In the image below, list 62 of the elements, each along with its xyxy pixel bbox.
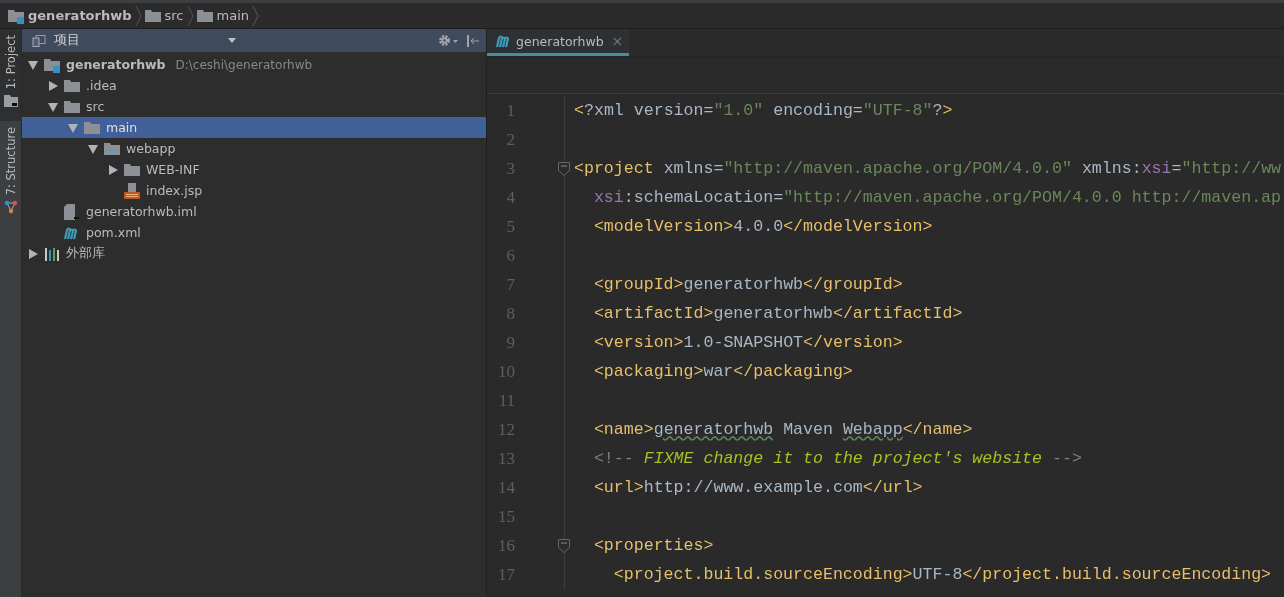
tree-item[interactable]: pom.xml <box>22 222 486 243</box>
code-line: <name>generatorhwb Maven Webapp</name> <box>592 420 973 439</box>
folder-icon <box>144 7 161 24</box>
folder-icon <box>84 119 100 136</box>
folder-icon <box>3 93 18 108</box>
code-line: <version>1.0-SNAPSHOT</version> <box>592 333 903 352</box>
code-line: <project.build.sourceEncoding>UTF-8</project.build.sourceEncoding> <box>612 565 1272 584</box>
editor-tab[interactable]: generatorhwb × <box>487 29 630 56</box>
code-line: <groupId>generatorhwb</groupId> <box>592 275 903 294</box>
code-line: <?xml version="1.0" encoding="UTF-8"?> <box>573 101 953 120</box>
folder-icon <box>124 161 140 178</box>
tree-item[interactable]: src <box>22 96 486 117</box>
tool-window-tab[interactable]: 1: Project <box>0 29 21 122</box>
structure-icon <box>3 199 18 214</box>
module-icon <box>44 56 60 73</box>
maven-icon <box>496 33 512 49</box>
expanded-arrow-icon[interactable] <box>48 101 58 112</box>
fold-marker-icon[interactable] <box>558 538 570 553</box>
module-icon <box>8 7 24 24</box>
project-view-icon <box>32 34 46 47</box>
tool-window-tab[interactable]: 7: Structure <box>0 121 21 220</box>
expanded-arrow-icon[interactable] <box>88 143 98 154</box>
collapsed-arrow-icon[interactable] <box>28 248 38 259</box>
tree-item[interactable]: main <box>22 117 486 138</box>
code-line: <packaging>war</packaging> <box>592 362 853 381</box>
tree-item[interactable]: generatorhwb D:\ceshi\generatorhwb <box>22 54 486 75</box>
settings-icon[interactable] <box>438 34 458 47</box>
jsp-file-icon <box>124 182 140 199</box>
folder-icon <box>104 140 120 157</box>
file-icon <box>64 203 80 220</box>
panel-title[interactable]: 项目 <box>54 32 80 49</box>
code-line: xsi:schemaLocation="http://maven.apache.org/POM/4.0.0 http://maven.ap <box>592 188 1282 207</box>
breadcrumb-item[interactable]: generatorhwb <box>8 7 132 24</box>
code-line: <project xmlns="http://maven.apache.org/POM/4.0.0" xmlns:xsi="http://ww <box>573 159 1282 178</box>
code-line: <url>http://www.example.com</url> <box>592 478 923 497</box>
library-icon <box>44 245 60 262</box>
breadcrumb-item[interactable]: main <box>196 7 249 24</box>
code-line: <artifactId>generatorhwb</artifactId> <box>592 304 963 323</box>
code-line: <modelVersion>4.0.0</modelVersion> <box>592 217 933 236</box>
collapsed-arrow-icon[interactable] <box>48 80 58 91</box>
chevron-icon <box>186 5 194 26</box>
expanded-arrow-icon[interactable] <box>28 59 38 70</box>
tree-item[interactable]: generatorhwb.iml <box>22 201 486 222</box>
dropdown-caret-icon[interactable] <box>228 38 236 43</box>
breadcrumb-item[interactable]: src <box>144 7 184 24</box>
tree-item[interactable]: index.jsp <box>22 180 486 201</box>
collapsed-arrow-icon[interactable] <box>108 164 118 175</box>
code-line: <!-- FIXME change it to the project's website --> <box>592 449 1082 468</box>
folder-icon <box>64 98 80 115</box>
collapse-icon[interactable] <box>466 34 480 47</box>
expanded-arrow-icon[interactable] <box>68 122 78 133</box>
tree-item[interactable]: 外部库 <box>22 243 486 264</box>
tree-item[interactable]: webapp <box>22 138 486 159</box>
fold-marker-icon[interactable] <box>558 161 570 176</box>
chevron-icon <box>134 5 142 26</box>
code-line: <properties> <box>592 536 714 555</box>
tree-item[interactable]: .idea <box>22 75 486 96</box>
folder-icon <box>64 77 80 94</box>
chevron-icon <box>252 5 259 26</box>
tree-item[interactable]: WEB-INF <box>22 159 486 180</box>
path-text: D:\ceshi\generatorhwb <box>175 57 313 72</box>
folder-icon <box>196 7 213 24</box>
